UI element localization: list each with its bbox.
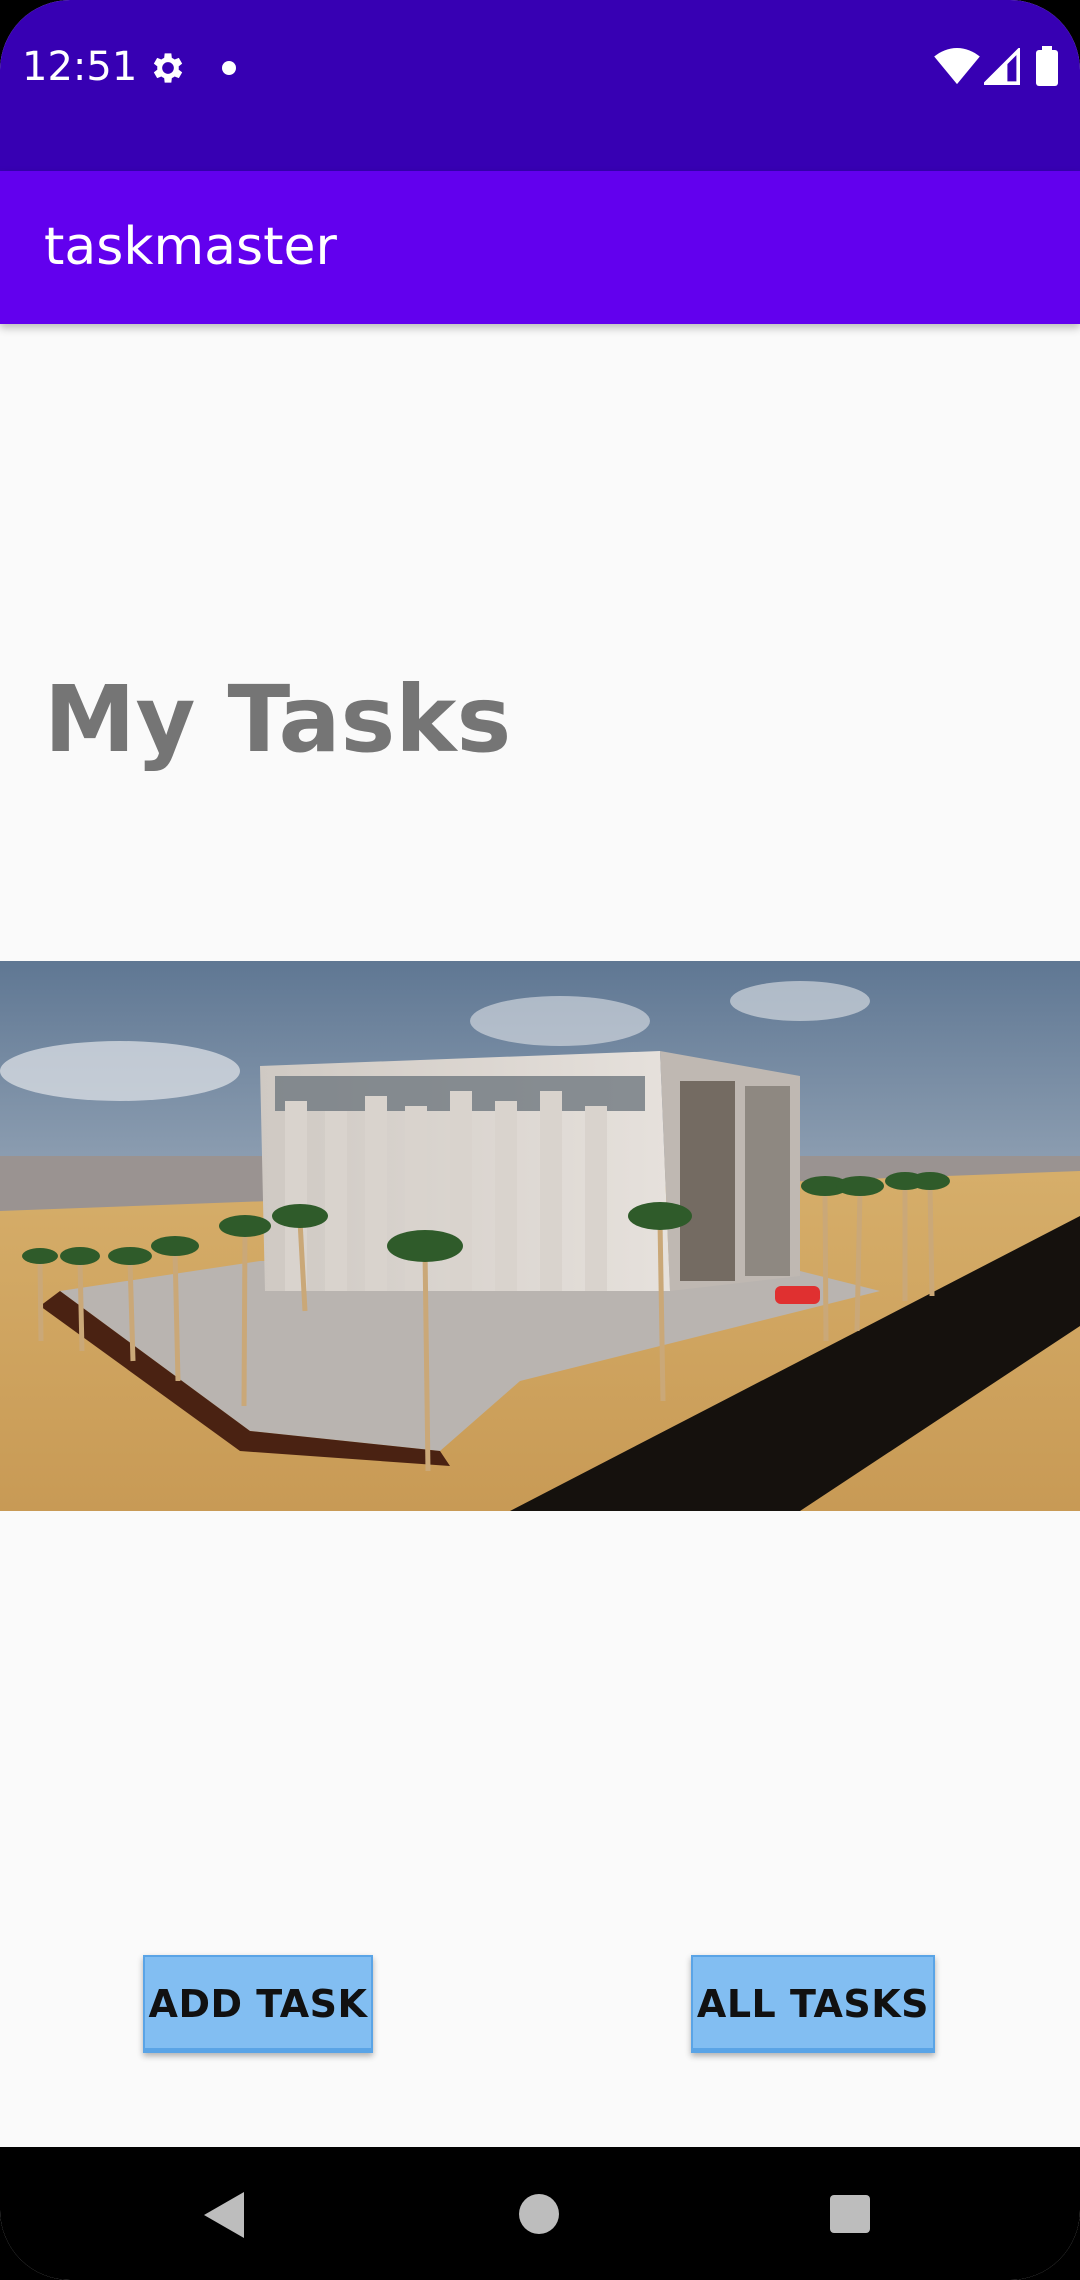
status-time: 12:51	[22, 44, 138, 90]
home-icon[interactable]	[519, 2194, 559, 2234]
app-bar: taskmaster	[0, 171, 1080, 324]
status-bar: 12:51	[0, 0, 1080, 171]
wifi-icon	[934, 48, 980, 85]
app-title: taskmaster	[44, 217, 337, 277]
recents-icon[interactable]	[830, 2195, 870, 2233]
back-icon[interactable]	[204, 2192, 244, 2238]
page-title: My Tasks	[44, 666, 512, 773]
navigation-bar	[0, 2147, 1080, 2280]
notification-dot-icon	[222, 61, 236, 75]
battery-icon	[1036, 46, 1058, 86]
add-task-button[interactable]: ADD TASK	[143, 1955, 373, 2053]
building-image	[0, 961, 1080, 1511]
phone-screen: 12:51 taskmaster My Tasks ADD TASK ALL T…	[0, 0, 1080, 2280]
gear-icon	[153, 53, 183, 83]
all-tasks-button[interactable]: ALL TASKS	[691, 1955, 935, 2053]
signal-icon	[984, 48, 1020, 85]
